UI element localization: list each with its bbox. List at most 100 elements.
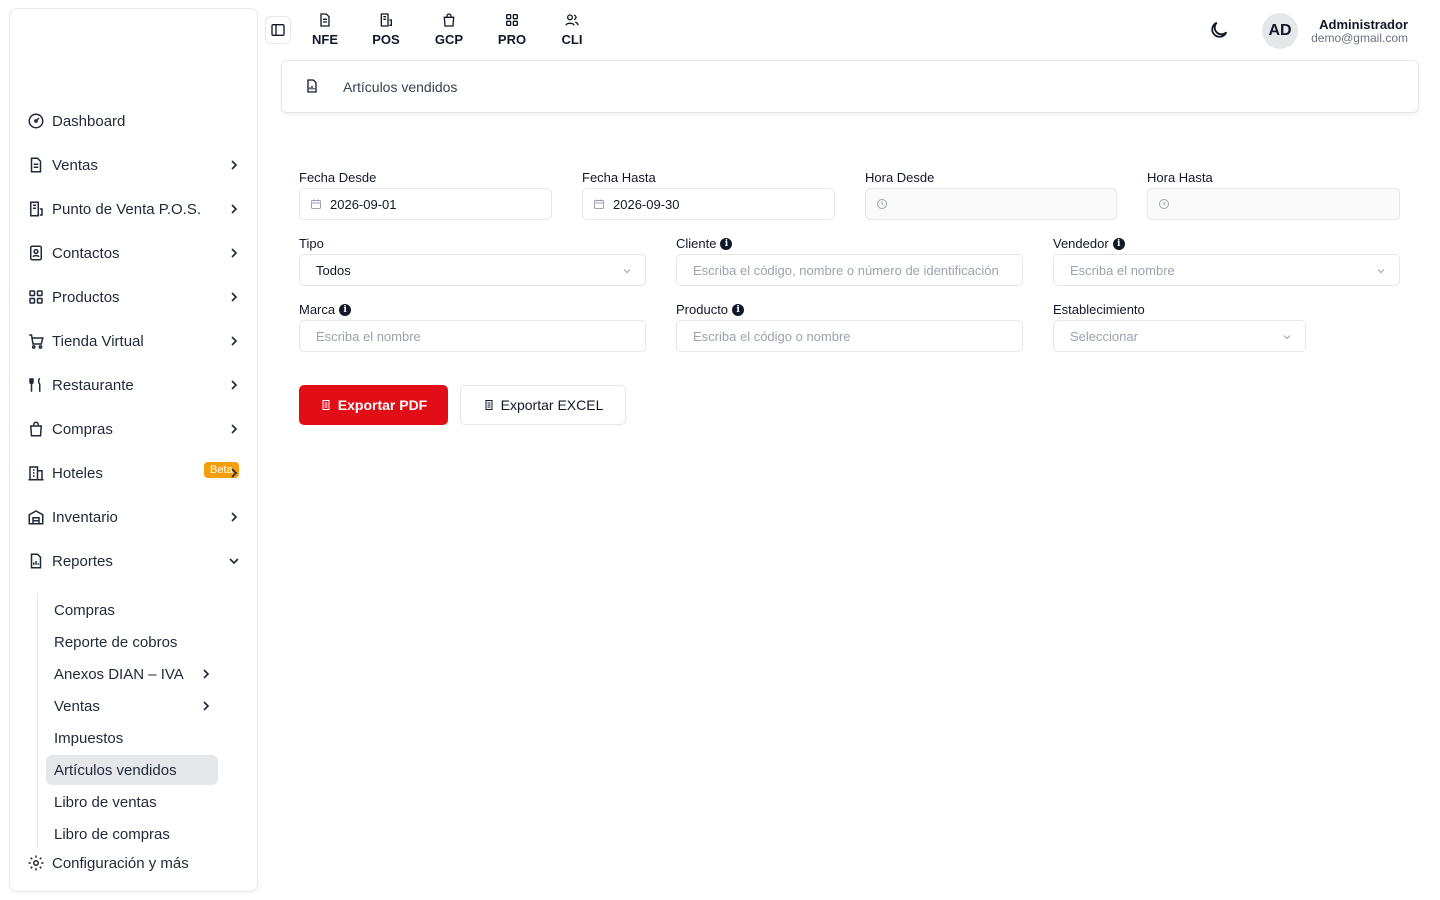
- sidebar-item-dashboard[interactable]: Dashboard: [26, 105, 246, 137]
- chevron-down-icon: [623, 269, 631, 274]
- utensils-icon: [26, 375, 46, 395]
- sub-item-articulos-vendidos[interactable]: Artículos vendidos: [46, 755, 218, 785]
- info-icon[interactable]: i: [1112, 237, 1125, 250]
- hora-hasta-label: Hora Hasta: [1147, 170, 1213, 185]
- module-pro[interactable]: PRO: [487, 12, 537, 52]
- chevron-right-icon: [231, 292, 238, 302]
- sidebar-item-label: Ventas: [52, 156, 98, 174]
- vendedor-select[interactable]: Escriba el nombre: [1053, 254, 1400, 286]
- chevron-right-icon: [231, 380, 238, 390]
- module-cli[interactable]: CLI: [547, 12, 597, 52]
- file-icon: [322, 400, 330, 410]
- module-label: NFE: [312, 32, 338, 47]
- hora-hasta-field[interactable]: [1147, 188, 1400, 220]
- dashboard-icon: [26, 111, 46, 131]
- module-gcp[interactable]: GCP: [424, 12, 474, 52]
- fecha-hasta-field[interactable]: 2026-09-30: [582, 188, 835, 220]
- sub-item-libro-compras[interactable]: Libro de compras: [46, 819, 218, 849]
- sidebar-item-label: Hoteles: [52, 464, 103, 482]
- grid-icon: [506, 13, 518, 26]
- module-label: CLI: [561, 32, 583, 47]
- fecha-desde-label: Fecha Desde: [299, 170, 377, 185]
- sidebar-item-label: Compras: [52, 420, 113, 438]
- sidebar-toggle-button[interactable]: [265, 16, 291, 44]
- module-label: GCP: [434, 32, 464, 47]
- info-icon[interactable]: i: [732, 303, 745, 316]
- sidebar-item-configuracion[interactable]: Configuración y más: [26, 847, 246, 879]
- sidebar-item-hoteles[interactable]: Hoteles Beta: [26, 457, 246, 489]
- sub-item-reporte-cobros[interactable]: Reporte de cobros: [46, 627, 218, 657]
- breadcrumb: Artículos vendidos: [281, 60, 1419, 113]
- info-icon[interactable]: i: [720, 237, 733, 250]
- document-icon: [320, 13, 330, 27]
- chevron-down-icon: [1283, 335, 1291, 340]
- tipo-select[interactable]: Todos: [299, 254, 646, 286]
- marca-field[interactable]: [299, 320, 646, 352]
- sidebar-item-restaurante[interactable]: Restaurante: [26, 369, 246, 401]
- sub-item-libro-ventas[interactable]: Libro de ventas: [46, 787, 218, 817]
- producto-input[interactable]: [693, 328, 1022, 344]
- vendedor-placeholder: Escriba el nombre: [1070, 262, 1175, 278]
- sidebar-item-label: Configuración y más: [52, 854, 189, 872]
- establecimiento-select[interactable]: Seleccionar: [1053, 320, 1306, 352]
- avatar[interactable]: AD: [1262, 13, 1298, 49]
- building-icon: [26, 463, 46, 483]
- page-title: Artículos vendidos: [343, 79, 458, 95]
- sidebar: Dashboard Ventas Punto de Venta P.O.S. C…: [9, 8, 258, 892]
- sub-item-compras[interactable]: Compras: [46, 595, 218, 625]
- sub-item-label: Anexos DIAN – IVA: [54, 665, 184, 683]
- sidebar-item-ventas[interactable]: Ventas: [26, 149, 246, 181]
- clock-icon: [877, 199, 887, 209]
- sub-item-anexos-dian[interactable]: Anexos DIAN – IVA: [46, 659, 218, 689]
- export-excel-label: Exportar EXCEL: [500, 397, 604, 413]
- user-name: Administrador: [1319, 17, 1408, 32]
- sidebar-item-contactos[interactable]: Contactos: [26, 237, 246, 269]
- fecha-desde-field[interactable]: 2026-09-01: [299, 188, 552, 220]
- chevron-down-icon: [1377, 269, 1385, 274]
- warehouse-icon: [26, 507, 46, 527]
- fecha-hasta-value: 2026-09-30: [613, 196, 680, 212]
- document-icon: [26, 155, 46, 175]
- sidebar-item-productos[interactable]: Productos: [26, 281, 246, 313]
- sidebar-item-compras[interactable]: Compras: [26, 413, 246, 445]
- pos-icon: [26, 199, 46, 219]
- panel-left-icon: [271, 24, 285, 36]
- fecha-hasta-label: Fecha Hasta: [582, 170, 656, 185]
- tipo-label: Tipo: [299, 236, 324, 251]
- cliente-label: Cliente i: [676, 236, 733, 251]
- export-excel-button[interactable]: Exportar EXCEL: [460, 385, 626, 425]
- sidebar-item-inventario[interactable]: Inventario: [26, 501, 246, 533]
- chevron-right-icon: [231, 336, 238, 346]
- fecha-desde-value: 2026-09-01: [330, 196, 397, 212]
- chevron-right-icon: [203, 701, 210, 711]
- marca-label-text: Marca: [299, 302, 336, 317]
- producto-label-text: Producto: [676, 302, 729, 317]
- module-nfe[interactable]: NFE: [300, 12, 350, 52]
- info-icon[interactable]: i: [339, 303, 352, 316]
- contacts-icon: [26, 243, 46, 263]
- marca-input[interactable]: [316, 328, 645, 344]
- report-icon: [307, 79, 317, 93]
- producto-label: Producto i: [676, 302, 745, 317]
- producto-field[interactable]: [676, 320, 1023, 352]
- chevron-right-icon: [231, 468, 238, 478]
- tipo-value: Todos: [316, 262, 351, 278]
- cliente-input[interactable]: [693, 262, 1022, 278]
- sub-item-ventas[interactable]: Ventas: [46, 691, 218, 721]
- sidebar-item-pos[interactable]: Punto de Venta P.O.S.: [26, 193, 246, 225]
- sidebar-item-reportes[interactable]: Reportes: [26, 545, 246, 577]
- hora-desde-field[interactable]: [865, 188, 1117, 220]
- marca-label: Marca i: [299, 302, 352, 317]
- pos-icon: [380, 13, 392, 27]
- user-email: demo@gmail.com: [1311, 31, 1408, 45]
- sidebar-item-tienda-virtual[interactable]: Tienda Virtual: [26, 325, 246, 357]
- cliente-field[interactable]: [676, 254, 1023, 286]
- file-icon: [485, 400, 493, 410]
- module-label: PRO: [497, 32, 527, 47]
- sub-item-impuestos[interactable]: Impuestos: [46, 723, 218, 753]
- report-icon: [26, 551, 46, 571]
- sidebar-item-label: Inventario: [52, 508, 118, 526]
- moon-icon[interactable]: [1208, 19, 1230, 41]
- module-pos[interactable]: POS: [361, 12, 411, 52]
- export-pdf-button[interactable]: Exportar PDF: [299, 385, 448, 425]
